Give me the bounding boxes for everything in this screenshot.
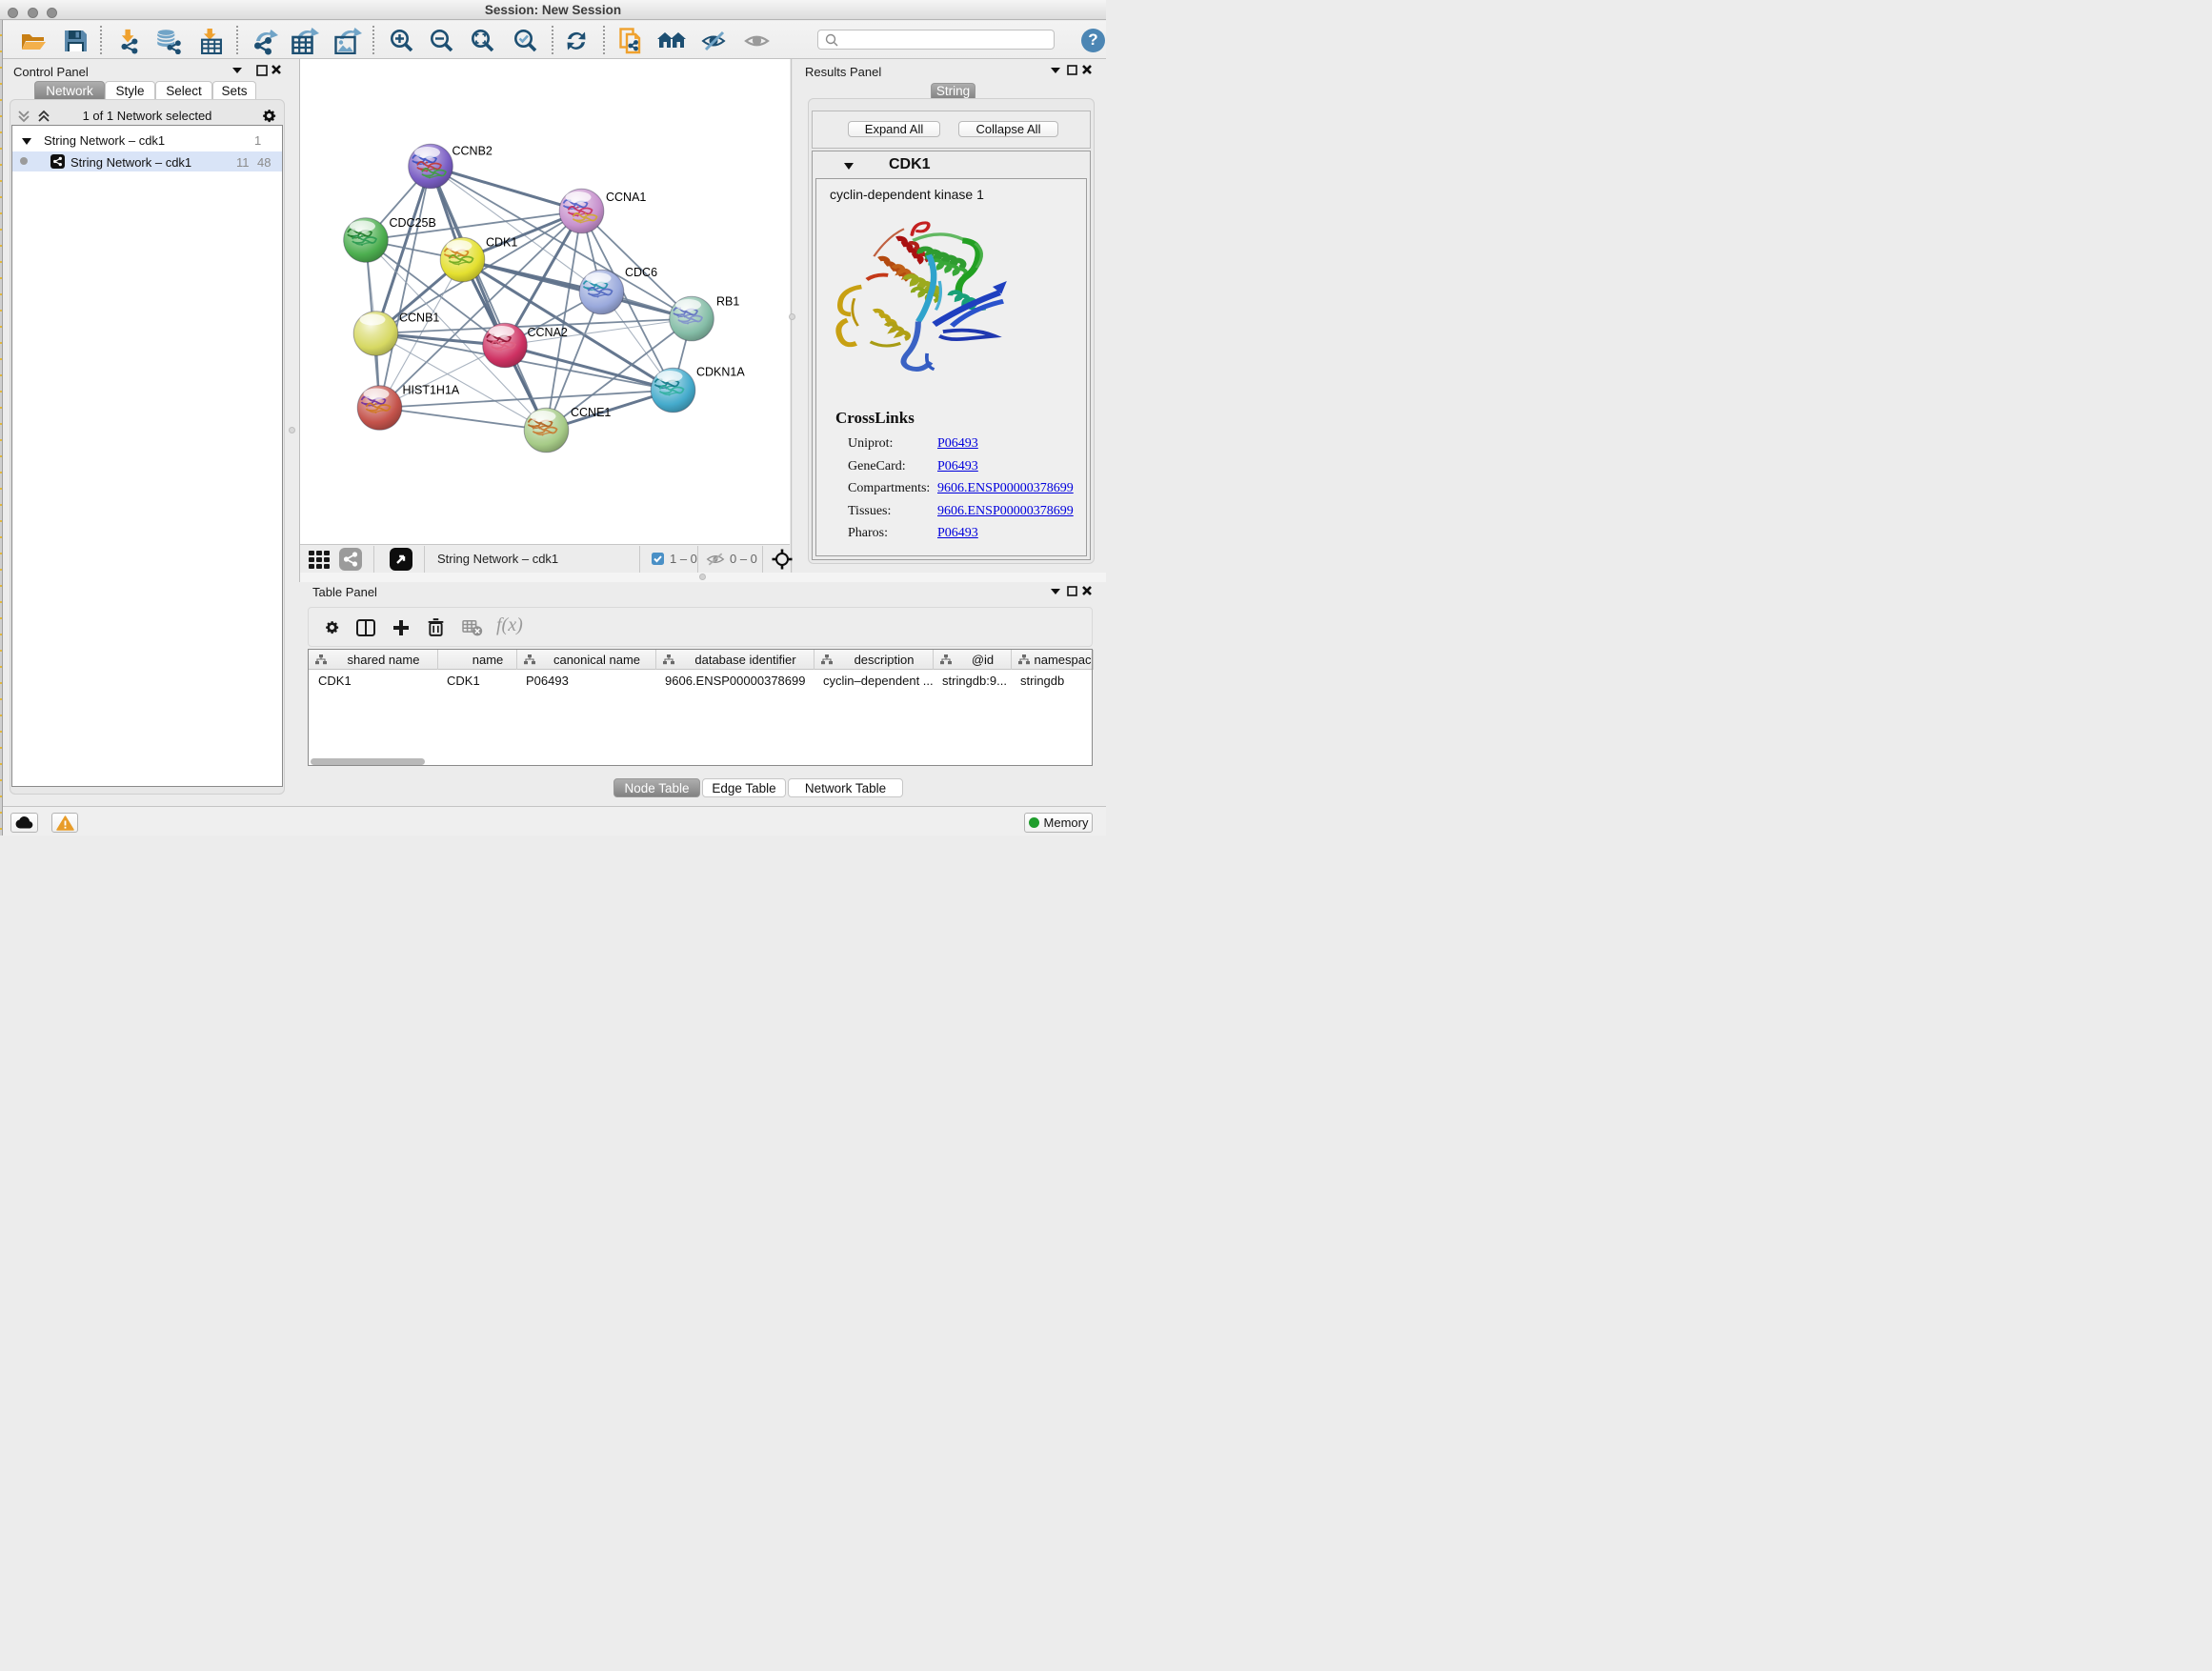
svg-text:CDKN1A: CDKN1A — [696, 366, 745, 379]
svg-text:CDK1: CDK1 — [486, 236, 517, 250]
svg-text:HIST1H1A: HIST1H1A — [403, 384, 460, 397]
svg-text:RB1: RB1 — [716, 295, 739, 309]
svg-text:CDC25B: CDC25B — [390, 216, 436, 230]
svg-text:CDC6: CDC6 — [625, 266, 657, 279]
svg-text:CCNB1: CCNB1 — [399, 312, 439, 325]
svg-text:CCNA2: CCNA2 — [528, 326, 568, 339]
svg-text:CCNB2: CCNB2 — [452, 145, 493, 158]
svg-text:CCNE1: CCNE1 — [571, 406, 611, 419]
svg-text:CCNA1: CCNA1 — [606, 191, 646, 204]
